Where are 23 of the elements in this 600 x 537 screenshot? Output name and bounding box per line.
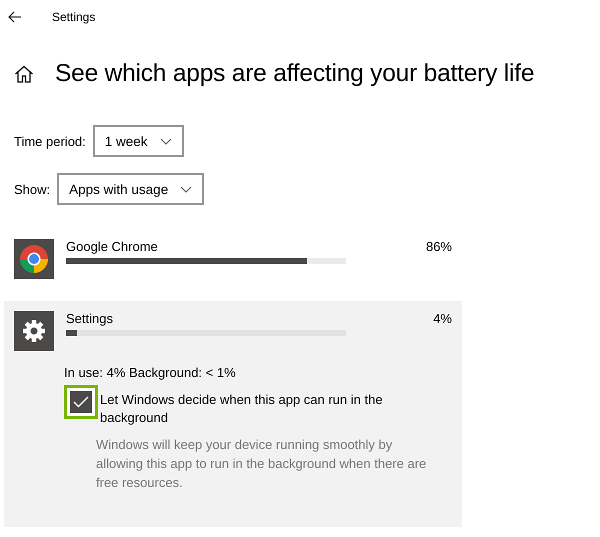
app-row[interactable]: Google Chrome 86%	[4, 237, 462, 283]
app-name: Google Chrome	[66, 239, 159, 254]
checkbox[interactable]	[70, 391, 92, 413]
gear-icon	[14, 311, 54, 351]
usage-percent: 86%	[426, 239, 452, 254]
filter-label: Time period:	[14, 134, 86, 148]
chrome-icon	[14, 239, 54, 279]
window-title: Settings	[52, 10, 96, 24]
chevron-down-icon	[160, 138, 172, 144]
checkmark-icon	[73, 396, 89, 408]
checkbox-label: Let Windows decide when this app can run in the background	[100, 391, 384, 427]
page-title: See which apps are affecting your battery life	[55, 60, 534, 88]
chevron-down-icon	[180, 186, 192, 192]
usage-details: In use: 4% Background: < 1%	[64, 365, 237, 380]
dropdown[interactable]: 1 week	[92, 125, 184, 157]
filter-label: Show:	[14, 182, 50, 196]
option-description: Windows will keep your device running smoothly by allowing this app to run in the background when there are free resources.	[96, 436, 428, 492]
app-name: Settings	[66, 311, 114, 326]
expanded-app-panel[interactable]	[4, 301, 462, 527]
dropdown[interactable]: Apps with usage	[57, 173, 204, 205]
back-icon[interactable]	[8, 11, 22, 23]
usage-percent: 4%	[433, 311, 452, 326]
home-icon[interactable]	[14, 65, 34, 83]
